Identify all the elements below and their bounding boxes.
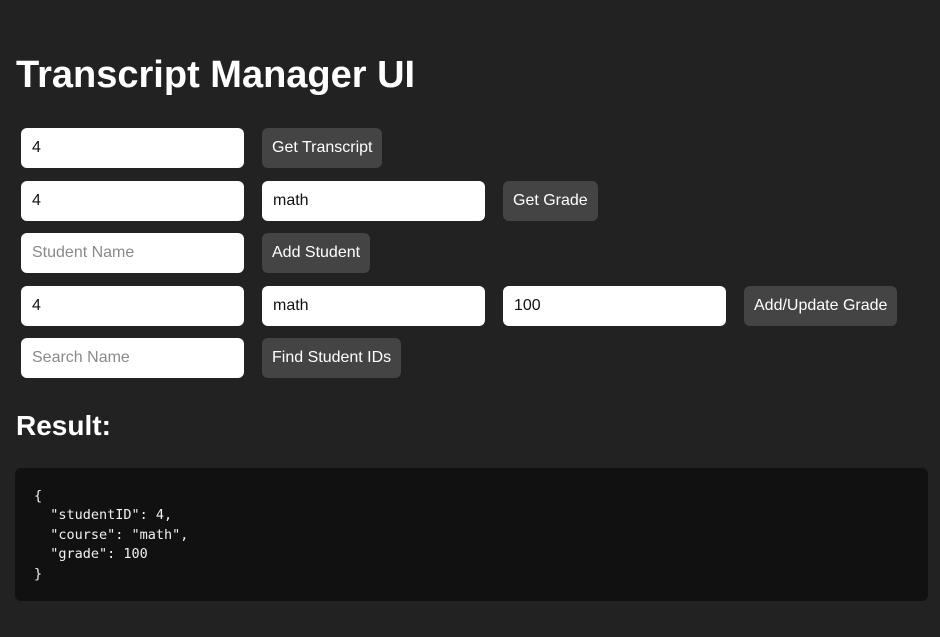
grade-student-id-input[interactable] (21, 181, 244, 221)
update-grade-value-input[interactable] (503, 286, 726, 326)
result-heading: Result: (16, 410, 111, 441)
find-student-ids-button[interactable]: Find Student IDs (262, 338, 402, 378)
get-grade-button[interactable]: Get Grade (503, 181, 598, 221)
get-grade-row: Get Grade (21, 181, 598, 221)
add-student-row: Add Student (21, 233, 371, 273)
get-transcript-row: Get Transcript (21, 128, 383, 168)
add-student-button[interactable]: Add Student (262, 233, 371, 273)
update-course-input[interactable] (262, 286, 485, 326)
add-update-grade-button[interactable]: Add/Update Grade (744, 286, 898, 326)
update-student-id-input[interactable] (21, 286, 244, 326)
search-name-input[interactable] (21, 338, 244, 378)
result-output: { "studentID": 4, "course": "math", "gra… (15, 468, 928, 601)
update-grade-row: Add/Update Grade (21, 286, 898, 326)
transcript-manager-page: Transcript Manager UI Get Transcript Get… (0, 0, 940, 637)
student-name-input[interactable] (21, 233, 244, 273)
find-students-row: Find Student IDs (21, 338, 402, 378)
page-title: Transcript Manager UI (16, 54, 416, 96)
grade-course-input[interactable] (262, 181, 485, 221)
get-transcript-button[interactable]: Get Transcript (262, 128, 383, 168)
transcript-student-id-input[interactable] (21, 128, 244, 168)
